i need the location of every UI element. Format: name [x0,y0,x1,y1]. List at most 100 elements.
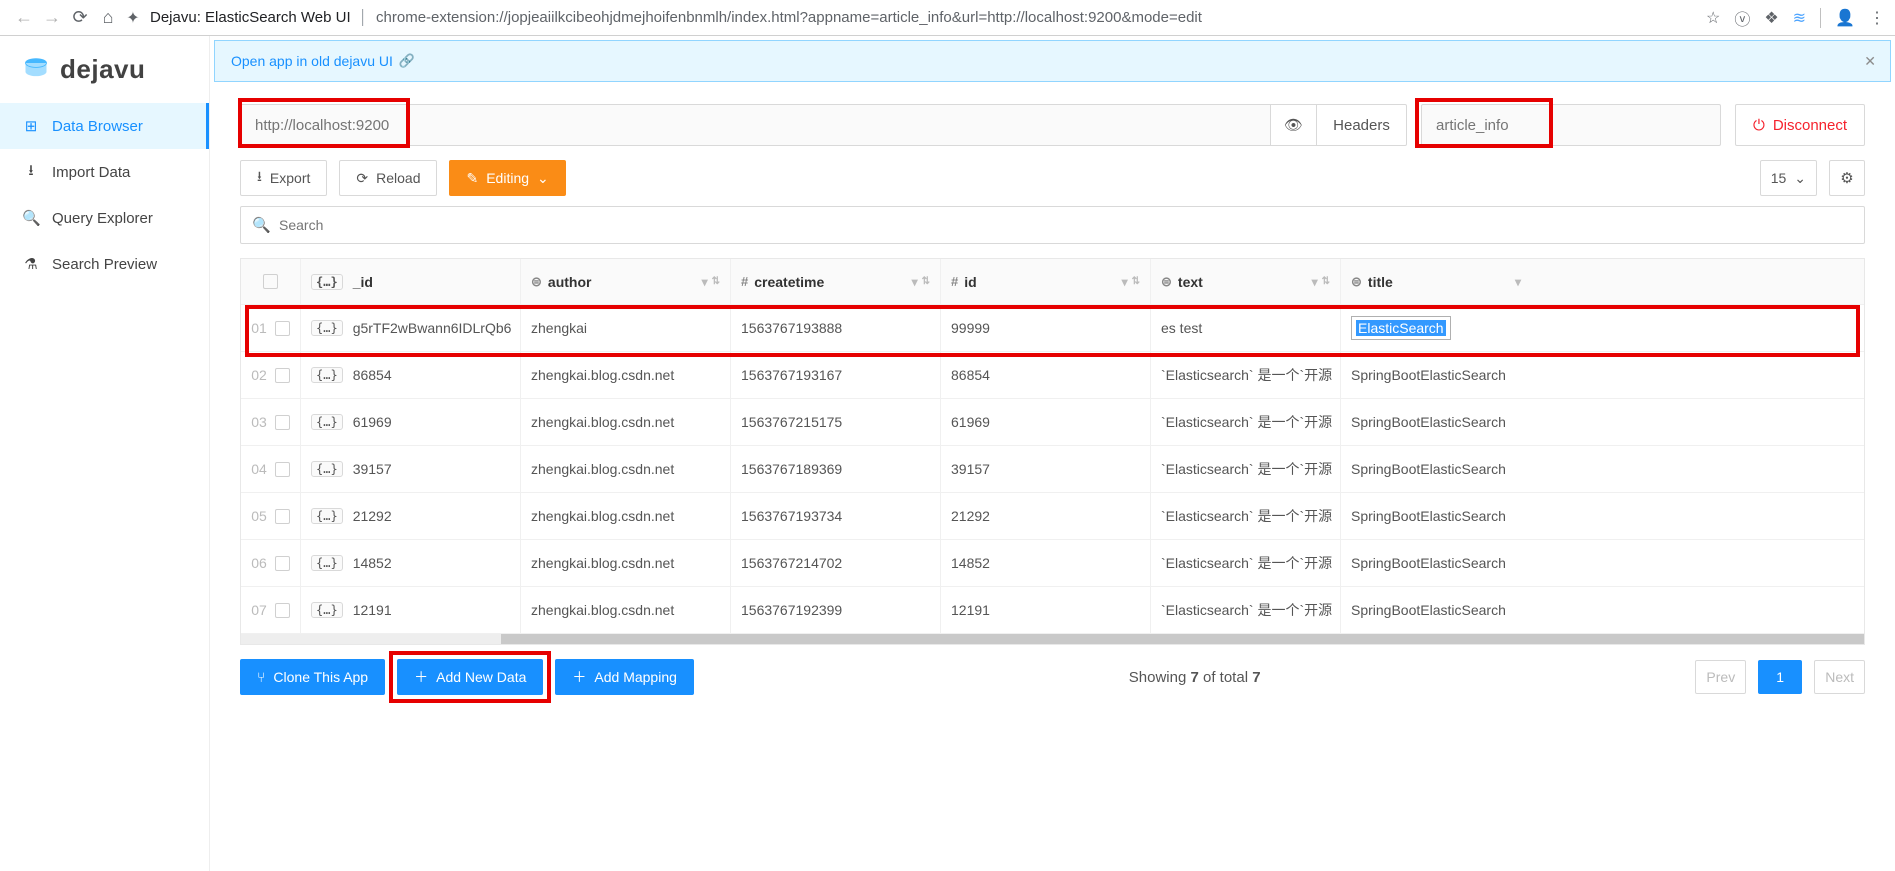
table-row[interactable]: 06{…}14852zhengkai.blog.csdn.net15637672… [241,540,1864,587]
sort-icon[interactable]: ⇅ [922,276,930,287]
text-type-icon: ⊜ [1161,274,1172,290]
cluster-url-input[interactable] [240,104,1271,146]
cell-createtime: 1563767192399 [741,602,842,618]
address-bar[interactable]: Dejavu: ElasticSearch Web UI │ chrome-ex… [150,9,1698,26]
sidebar-item-query-explorer[interactable]: 🔍Query Explorer [0,195,209,241]
next-page-button[interactable]: Next [1814,660,1865,694]
sort-icon[interactable]: ⇅ [712,276,720,287]
star-icon[interactable]: ☆ [1706,8,1720,28]
headers-button[interactable]: Headers [1317,104,1407,146]
external-link-icon[interactable]: 🔗 [399,53,415,69]
cell-iid: 14852 [951,555,990,571]
table-row[interactable]: 05{…}21292zhengkai.blog.csdn.net15637671… [241,493,1864,540]
cell-text: `Elasticsearch` 是一个`开源 [1161,553,1332,573]
cell-title-editing[interactable]: ElasticSearch [1351,316,1451,340]
search-input[interactable] [240,206,1865,244]
view-credentials-button[interactable]: 👁 [1271,104,1317,146]
row-number: 03 [251,414,267,430]
cell-title: SpringBootElasticSearch [1351,508,1506,524]
json-icon[interactable]: {…} [311,555,343,571]
sidebar-item-import-data[interactable]: ⭳Import Data [0,149,209,195]
add-new-data-button[interactable]: ＋Add New Data [397,659,543,695]
fork-icon: ⑂ [257,669,265,685]
sort-icon[interactable]: ⇅ [1322,276,1330,287]
table-row[interactable]: 04{…}39157zhengkai.blog.csdn.net15637671… [241,446,1864,493]
pencil-icon: ✎ [466,170,478,187]
cell-iid: 86854 [951,367,990,383]
sidebar-item-icon: 🔍 [22,209,40,227]
page-url: chrome-extension://jopjeaiilkcibeohjdmej… [376,9,1202,26]
cell-title: SpringBootElasticSearch [1351,602,1506,618]
chrome-menu-icon[interactable]: ⋮ [1869,8,1885,28]
cell-iid: 12191 [951,602,990,618]
row-checkbox[interactable] [275,603,290,618]
json-icon[interactable]: {…} [311,320,343,336]
cell-createtime: 1563767193734 [741,508,842,524]
table-row[interactable]: 02{…}86854zhengkai.blog.csdn.net15637671… [241,352,1864,399]
cell-id: 39157 [353,461,392,477]
cell-id: 61969 [353,414,392,430]
json-icon[interactable]: {…} [311,367,343,383]
row-checkbox[interactable] [275,509,290,524]
table-row[interactable]: 03{…}61969zhengkai.blog.csdn.net15637672… [241,399,1864,446]
cell-id: g5rTF2wBwann6IDLrQb6 [353,320,512,336]
text-type-icon: ⊜ [1351,274,1362,290]
browser-home-button[interactable]: ⌂ [94,7,122,28]
banner-close-icon[interactable]: ✕ [1864,53,1876,70]
plus-icon: ＋ [572,667,586,687]
cell-title: SpringBootElasticSearch [1351,461,1506,477]
ext3-icon[interactable]: ≋ [1793,8,1806,28]
add-mapping-button[interactable]: ＋Add Mapping [555,659,694,695]
select-all-checkbox[interactable] [263,274,278,289]
filter-icon[interactable]: ▾ [912,275,918,289]
row-checkbox[interactable] [275,415,290,430]
reload-button[interactable]: ⟳Reload [339,160,437,196]
row-checkbox[interactable] [275,462,290,477]
sidebar-item-data-browser[interactable]: ⊞Data Browser [0,103,209,149]
sort-icon[interactable]: ⇅ [1132,276,1140,287]
json-icon[interactable]: {…} [311,602,343,618]
settings-button[interactable]: ⚙ [1829,160,1865,196]
cell-title: SpringBootElasticSearch [1351,555,1506,571]
filter-icon[interactable]: ▾ [702,275,708,289]
table-header: {…}_id ⊜author▾⇅ #createtime▾⇅ #id▾⇅ ⊜te… [241,259,1864,305]
page-1-button[interactable]: 1 [1758,660,1802,694]
browser-reload-button[interactable]: ⟳ [66,7,94,28]
ext2-icon[interactable]: ❖ [1764,8,1778,28]
browser-back-button[interactable]: ← [10,7,38,28]
cell-iid: 61969 [951,414,990,430]
row-number: 06 [251,555,267,571]
browser-forward-button[interactable]: → [38,7,66,28]
editing-mode-button[interactable]: ✎Editing⌄ [449,160,565,196]
json-icon[interactable]: {…} [311,461,343,477]
eye-icon: 👁 [1284,116,1303,134]
filter-icon[interactable]: ▾ [1515,275,1521,289]
table-row[interactable]: 07{…}12191zhengkai.blog.csdn.net15637671… [241,587,1864,634]
cell-createtime: 1563767193167 [741,367,842,383]
json-icon[interactable]: {…} [311,414,343,430]
row-checkbox[interactable] [275,556,290,571]
power-icon: ⏻ [1753,117,1765,134]
sidebar-item-label: Search Preview [52,256,157,273]
sidebar-item-search-preview[interactable]: ⚗Search Preview [0,241,209,287]
cell-id: 12191 [353,602,392,618]
clone-app-button[interactable]: ⑂Clone This App [240,659,385,695]
horizontal-scrollbar[interactable] [241,634,1864,644]
ext1-icon[interactable]: ⓥ [1734,6,1750,30]
filter-icon[interactable]: ▾ [1312,275,1318,289]
chevron-down-icon: ⌄ [1794,170,1806,187]
cell-author: zhengkai [531,320,587,336]
prev-page-button[interactable]: Prev [1695,660,1746,694]
page-size-select[interactable]: 15⌄ [1760,160,1817,196]
cell-iid: 39157 [951,461,990,477]
filter-icon[interactable]: ▾ [1122,275,1128,289]
banner-text[interactable]: Open app in old dejavu UI [231,53,393,69]
row-checkbox[interactable] [275,321,290,336]
table-row[interactable]: 01{…}g5rTF2wBwann6IDLrQb6zhengkai1563767… [241,305,1864,352]
json-icon[interactable]: {…} [311,508,343,524]
row-checkbox[interactable] [275,368,290,383]
app-name-input[interactable] [1421,104,1721,146]
profile-icon[interactable]: 👤 [1835,8,1855,28]
disconnect-button[interactable]: ⏻ Disconnect [1735,104,1865,146]
export-button[interactable]: ⭳Export [240,160,327,196]
